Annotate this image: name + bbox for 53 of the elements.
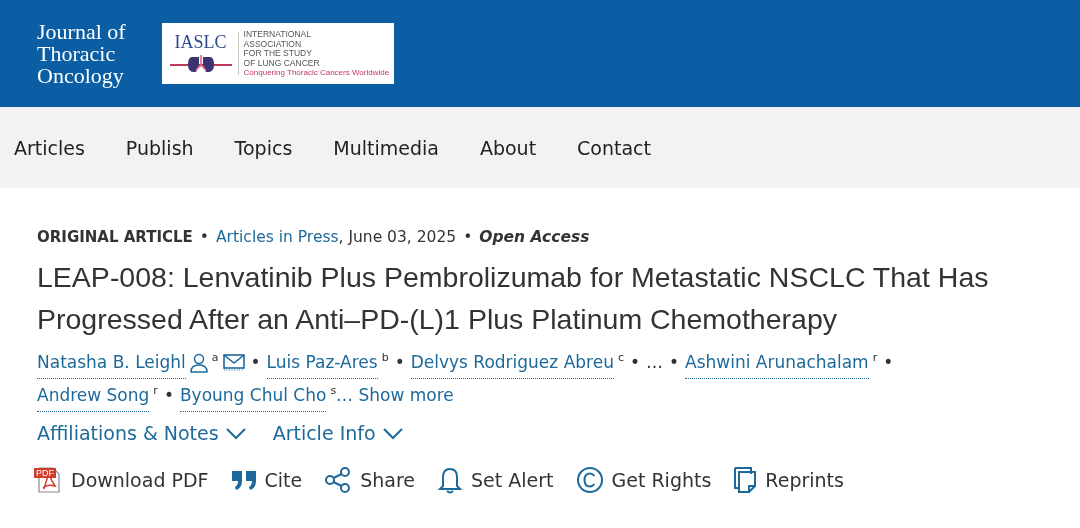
nav-item[interactable]: Articles <box>14 136 85 159</box>
separator: • <box>883 351 894 374</box>
journal-logo[interactable]: Journal of Thoracic Oncology <box>37 20 126 87</box>
affiliation-mark: r <box>153 385 158 397</box>
affiliation-mark: a <box>211 352 219 364</box>
separator: • <box>163 384 174 407</box>
action-link[interactable]: Set Alert <box>437 466 554 494</box>
mail-icon[interactable] <box>222 354 245 371</box>
affiliation-mark: b <box>381 352 389 364</box>
bell-icon <box>437 466 464 494</box>
separator: • <box>463 228 473 246</box>
show-more-link[interactable]: … Show more <box>336 379 454 411</box>
section-link[interactable]: Articles in Press <box>216 228 339 246</box>
document-icon <box>733 466 758 494</box>
action-link[interactable]: Cite <box>230 469 303 491</box>
separator: • <box>250 351 261 374</box>
article-type: ORIGINAL ARTICLE <box>37 228 193 246</box>
affiliation-mark: r <box>872 352 878 364</box>
nav-item[interactable]: Multimedia <box>333 136 439 159</box>
author-link[interactable]: Ashwini Arunachalam <box>685 346 869 379</box>
publish-date: , June 03, 2025 <box>338 228 457 246</box>
expand-toggle[interactable]: Article Info <box>272 422 404 444</box>
nav-item[interactable]: Publish <box>125 136 194 159</box>
share-icon <box>324 466 353 494</box>
ellipsis: … <box>646 351 663 374</box>
separator: • <box>630 351 640 374</box>
author-link[interactable]: Andrew Song <box>37 379 150 412</box>
author-link[interactable]: Natasha B. Leighl <box>37 346 186 379</box>
affiliation-mark: s <box>330 385 337 397</box>
action-link[interactable]: Get Rights <box>575 466 712 494</box>
affiliation-mark: c <box>617 352 624 364</box>
quote-icon <box>230 469 257 491</box>
nav-item[interactable]: Contact <box>577 136 651 159</box>
open-access-label: Open Access <box>479 228 590 246</box>
partner-logo[interactable]: IASLC INTERNATIONAL ASSOCIATION FOR THE STUDY OF LUNG CANCER Conquering Thoracic Cancers Worldwide <box>161 23 394 84</box>
article-title: LEAP-008: Lenvatinib Plus Pembrolizumab for Metastatic NSCLC That Has Progressed After an Anti–PD-(L)1 Plus Platinum Chemotherapy <box>37 260 990 337</box>
author-link[interactable]: Byoung Chul Cho <box>179 379 327 412</box>
nav-item[interactable]: About <box>479 136 537 159</box>
action-link[interactable]: PDF Download PDF <box>37 466 209 494</box>
action-link[interactable]: Share <box>324 466 416 494</box>
separator: • <box>394 351 405 374</box>
action-link[interactable]: Reprints <box>733 466 844 494</box>
separator: • <box>199 228 209 246</box>
pdf-icon: PDF <box>37 466 63 494</box>
chevron-icon <box>224 426 247 440</box>
expand-toggle[interactable]: Affiliations & Notes <box>37 422 247 444</box>
chevron-icon <box>381 426 404 440</box>
author-link[interactable]: Delvys Rodriguez Abreu <box>410 346 614 379</box>
separator: • <box>669 351 680 374</box>
nav-item[interactable]: Topics <box>234 136 293 159</box>
author-link[interactable]: Luis Paz-Ares <box>266 346 378 379</box>
lung-icon <box>167 53 234 75</box>
copyright-icon <box>575 466 604 494</box>
